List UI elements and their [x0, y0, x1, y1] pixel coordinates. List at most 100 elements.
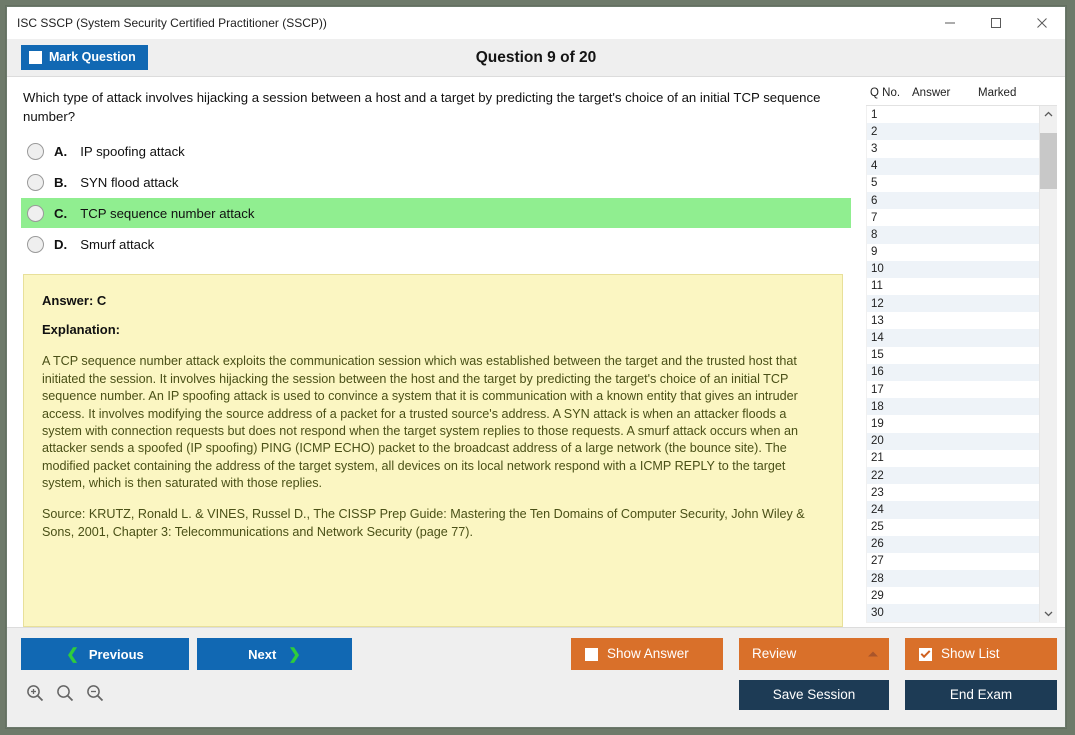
- option-letter: D.: [54, 236, 68, 252]
- show-answer-label: Show Answer: [607, 646, 689, 662]
- option-a[interactable]: A. IP spoofing attack: [21, 136, 851, 166]
- question-list-row[interactable]: 6: [867, 191, 1039, 210]
- zoom-out-icon[interactable]: [85, 683, 105, 703]
- scroll-down-icon[interactable]: [1040, 605, 1057, 622]
- question-panel: Which type of attack involves hijacking …: [7, 77, 859, 627]
- save-session-button[interactable]: Save Session: [739, 680, 889, 710]
- row-question-number: 14: [871, 332, 884, 345]
- question-list-row[interactable]: 7: [867, 209, 1039, 226]
- minimize-icon[interactable]: [927, 7, 973, 39]
- row-question-number: 29: [871, 589, 884, 602]
- maximize-icon[interactable]: [973, 7, 1019, 39]
- option-text: SYN flood attack: [80, 174, 179, 190]
- next-button[interactable]: Next ❯: [197, 638, 352, 670]
- chevron-right-icon: ❯: [288, 645, 301, 663]
- question-list-row[interactable]: 4: [867, 157, 1039, 175]
- row-question-number: 15: [871, 349, 884, 362]
- answer-options: A. IP spoofing attack B. SYN flood attac…: [7, 136, 859, 260]
- zoom-in-icon[interactable]: [25, 683, 45, 703]
- question-list-row[interactable]: 24: [867, 501, 1039, 519]
- radio-icon[interactable]: [27, 142, 44, 160]
- question-list-row[interactable]: 2: [867, 123, 1039, 141]
- show-answer-checkbox-icon: [585, 647, 598, 661]
- mark-question-label: Mark Question: [49, 50, 136, 65]
- question-list-row[interactable]: 18: [867, 398, 1039, 416]
- end-exam-button[interactable]: End Exam: [905, 680, 1057, 710]
- question-list-row[interactable]: 23: [867, 484, 1039, 501]
- show-answer-button[interactable]: Show Answer: [571, 638, 723, 670]
- question-list-scrollbar[interactable]: [1039, 106, 1057, 622]
- question-list-row[interactable]: 27: [867, 553, 1039, 570]
- question-list-row[interactable]: 10: [867, 260, 1039, 278]
- end-exam-label: End Exam: [949, 687, 1013, 703]
- scroll-up-icon[interactable]: [1040, 106, 1057, 123]
- row-question-number: 16: [871, 366, 884, 379]
- question-list-row[interactable]: 29: [867, 587, 1039, 604]
- title-bar: ISC SSCP (System Security Certified Prac…: [7, 7, 1065, 39]
- row-question-number: 5: [871, 177, 878, 190]
- row-question-number: 25: [871, 521, 884, 534]
- question-list-row[interactable]: 16: [867, 363, 1039, 381]
- chevron-left-icon: ❮: [66, 645, 79, 663]
- row-question-number: 4: [871, 160, 878, 173]
- row-question-number: 1: [871, 108, 878, 121]
- option-d[interactable]: D. Smurf attack: [21, 229, 851, 259]
- row-question-number: 26: [871, 538, 884, 551]
- radio-icon[interactable]: [27, 204, 44, 222]
- previous-button[interactable]: ❮ Previous: [21, 638, 189, 670]
- scrollbar-thumb[interactable]: [1040, 133, 1057, 189]
- row-question-number: 27: [871, 555, 884, 568]
- row-question-number: 10: [871, 263, 884, 276]
- row-question-number: 11: [871, 280, 883, 293]
- question-list-row[interactable]: 8: [867, 226, 1039, 244]
- review-label: Review: [752, 646, 797, 662]
- header-bar: Mark Question Question 9 of 20: [7, 39, 1065, 77]
- row-question-number: 18: [871, 400, 884, 413]
- zoom-reset-icon[interactable]: [55, 683, 75, 703]
- question-list-row[interactable]: 22: [867, 466, 1039, 485]
- question-list-row[interactable]: 17: [867, 381, 1039, 398]
- zoom-controls: [25, 683, 105, 703]
- question-list-row[interactable]: 21: [867, 450, 1039, 467]
- question-list-row[interactable]: 19: [867, 415, 1039, 432]
- question-list-row[interactable]: 30: [867, 604, 1039, 622]
- previous-label: Previous: [88, 646, 144, 662]
- question-list-row[interactable]: 28: [867, 570, 1039, 588]
- row-question-number: 17: [871, 383, 884, 396]
- column-header-qno: Q No.: [870, 87, 901, 99]
- question-list-row[interactable]: 15: [867, 347, 1039, 364]
- question-list-row[interactable]: 14: [867, 329, 1039, 347]
- question-list-row[interactable]: 12: [867, 295, 1039, 313]
- question-list-row[interactable]: 13: [867, 312, 1039, 329]
- question-list-row[interactable]: 9: [867, 244, 1039, 261]
- row-question-number: 20: [871, 435, 884, 448]
- review-dropdown[interactable]: Review: [739, 638, 889, 670]
- row-question-number: 13: [871, 314, 884, 327]
- row-question-number: 7: [871, 211, 878, 224]
- question-list-row[interactable]: 1: [867, 106, 1039, 123]
- close-icon[interactable]: [1019, 7, 1065, 39]
- question-list-body[interactable]: 1 2 3 4 5 6 7 8 9 10 11 12 13 14 15 16 17 18 19 20 21 22 23 24 2…: [867, 106, 1039, 622]
- question-list-row[interactable]: 11: [867, 278, 1039, 295]
- mark-question-button[interactable]: Mark Question: [21, 45, 148, 70]
- question-list-body-wrap: 1 2 3 4 5 6 7 8 9 10 11 12 13 14 15 16 17 18 19 20 21 22 23 24 2…: [866, 106, 1057, 623]
- explanation-source: Source: KRUTZ, Ronald L. & VINES, Russel…: [42, 507, 805, 539]
- question-list-row[interactable]: 3: [867, 140, 1039, 157]
- option-letter: C.: [54, 205, 68, 221]
- row-question-number: 22: [871, 469, 884, 482]
- question-list-row[interactable]: 25: [867, 519, 1039, 536]
- radio-icon[interactable]: [27, 235, 44, 253]
- row-question-number: 19: [871, 417, 884, 430]
- option-b[interactable]: B. SYN flood attack: [21, 167, 851, 197]
- show-list-button[interactable]: Show List: [905, 638, 1057, 670]
- question-list-row[interactable]: 5: [867, 175, 1039, 192]
- chevron-up-icon: [868, 651, 878, 657]
- radio-icon[interactable]: [27, 173, 44, 191]
- question-list-row[interactable]: 26: [867, 535, 1039, 553]
- option-c[interactable]: C. TCP sequence number attack: [21, 198, 851, 229]
- question-list-row[interactable]: 20: [867, 432, 1039, 450]
- show-list-label: Show List: [941, 646, 1000, 662]
- scrollbar-track[interactable]: [1040, 123, 1057, 605]
- row-question-number: 28: [871, 572, 884, 585]
- window-controls: [927, 7, 1065, 39]
